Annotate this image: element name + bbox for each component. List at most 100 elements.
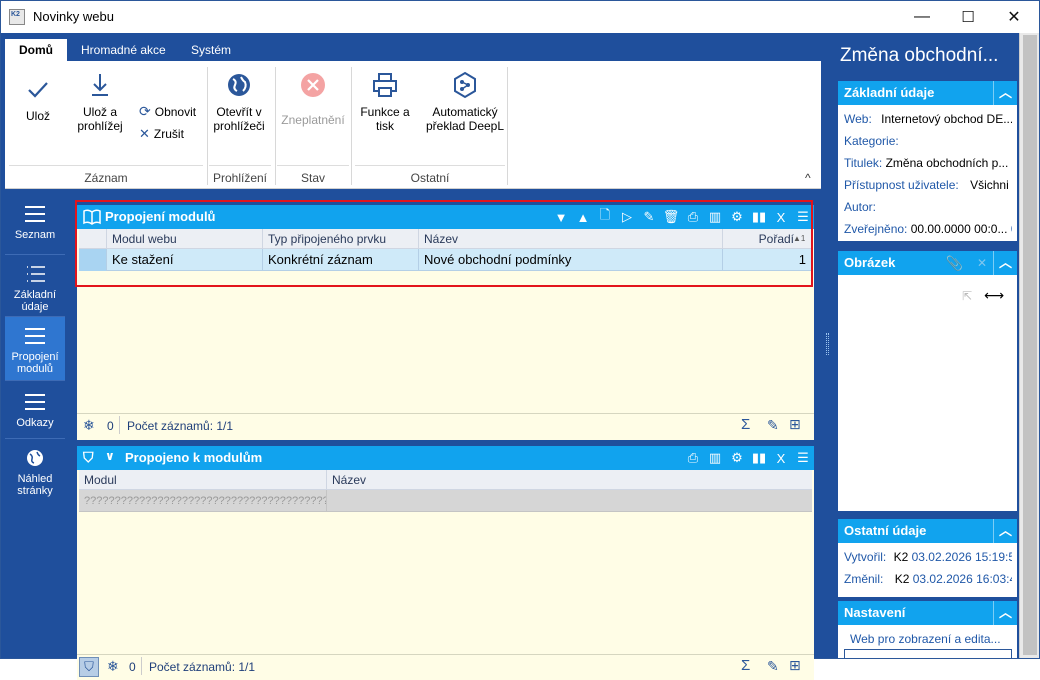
tab-hromadne-akce[interactable]: Hromadné akce (67, 39, 180, 61)
paperclip-icon[interactable]: 📎 (946, 251, 963, 275)
arrow-down-icon (92, 74, 108, 96)
filter-tree-icon[interactable]: ⚙ (728, 449, 746, 467)
detail-title: Změna obchodní... (840, 45, 999, 66)
collapse-ribbon-button[interactable]: ^ (805, 171, 811, 185)
add-grid-icon[interactable]: ⊞ (789, 657, 801, 674)
group-separator (351, 67, 352, 185)
main-pane: Domů Hromadné akce Systém Ulož Ulož a pr… (1, 33, 821, 680)
tab-domu[interactable]: Domů (5, 39, 67, 61)
scrollbar-thumb[interactable] (1023, 35, 1037, 655)
panel-header: ⛉ ∨ Propojeno k modulům ⎙ ▥ ⚙ ▮▮ X ☰ (77, 446, 814, 470)
printer-icon (373, 73, 397, 97)
maximize-button[interactable]: ☐ (945, 1, 991, 33)
chart-icon[interactable]: ▥ (706, 449, 724, 467)
column-header-nazev[interactable]: Název (327, 470, 812, 490)
snowflake-icon[interactable]: ❄ (107, 658, 119, 675)
cancel-button[interactable]: ✕ Zrušit (139, 126, 184, 142)
invalidate-icon (301, 73, 325, 97)
collapse-section-button[interactable]: ︿ (993, 251, 1017, 275)
save-button[interactable]: Ulož (13, 75, 63, 123)
record-count: Počet záznamů: 1/1 (127, 419, 234, 433)
chevron-up-icon: ︿ (998, 523, 1012, 538)
deepl-icon (454, 71, 476, 99)
filter-icon[interactable]: ⛉ (79, 657, 99, 677)
close-icon: ✕ (1007, 9, 1021, 26)
save-and-view-button[interactable]: Ulož a prohlížej (65, 71, 135, 133)
table-row[interactable]: ???????????????????????????????????????? (79, 490, 812, 512)
functions-print-button[interactable]: Funkce a tisk (355, 71, 415, 133)
field-zmenil: Změnil: K2 03.02.2026 16:03:49 (844, 572, 1012, 586)
printer-icon[interactable]: ⎙ (684, 449, 702, 467)
collapse-section-button[interactable]: ︿ (993, 601, 1017, 625)
group-label-zaznam: Záznam (84, 171, 128, 185)
delete-image-icon[interactable]: ✕ (977, 251, 987, 275)
field-titulek: Titulek: Změna obchodních p... (844, 156, 1009, 170)
detail-scrollbar[interactable] (1019, 33, 1039, 658)
nav-item-nahled-stranky[interactable]: Náhled stránky (5, 439, 65, 507)
nav-item-propojeni-modulu[interactable]: Propojení modulů (5, 317, 65, 381)
side-nav: Seznam Základní údaje Propojení modulů O… (5, 193, 65, 658)
section-header: Obrázek 📎 ✕ ︿ (838, 251, 1017, 275)
footer-count: 0 (107, 419, 114, 433)
excel-export-icon[interactable]: X (772, 449, 790, 467)
panel-footer: ❄ 0 Počet záznamů: 1/1 Σ ✎ ⊞ (77, 413, 814, 437)
fit-width-icon[interactable]: ⟷ (984, 287, 1004, 304)
record-count: Počet záznamů: 1/1 (149, 660, 256, 674)
group-label-prohlizeni: Prohlížení (212, 171, 268, 185)
footer-separator (119, 416, 120, 434)
group-label-ostatni: Ostatní (410, 171, 450, 185)
cancel-icon: ✕ (139, 126, 150, 141)
snowflake-icon[interactable]: ❄ (83, 417, 95, 434)
globe-icon (27, 450, 43, 466)
sum-icon[interactable]: Σ (741, 657, 750, 674)
refresh-button[interactable]: ⟳ Obnovit (139, 103, 196, 120)
section-nastaveni: Nastavení ︿ Web pro zobrazení a edita... (838, 601, 1017, 658)
ribbon: Ulož Ulož a prohlížej ⟳ Obnovit ✕ Zrušit… (5, 61, 821, 189)
columns-icon[interactable]: ▮▮ (750, 449, 768, 467)
globe-icon (228, 74, 250, 96)
add-grid-icon[interactable]: ⊞ (789, 416, 801, 433)
menu-icon[interactable]: ☰ (794, 449, 812, 467)
section-obrazek: Obrázek 📎 ✕ ︿ ⇱ ⟷ (838, 251, 1017, 511)
footer-separator (141, 657, 142, 675)
collapse-section-button[interactable]: ︿ (993, 519, 1017, 543)
cell-modul: ???????????????????????????????????????? (79, 490, 327, 512)
edit-icon[interactable]: ✎ (767, 658, 779, 675)
minimize-icon: — (914, 8, 930, 25)
title-bar: K2 Novinky webu — ☐ ✕ (1, 1, 1039, 33)
collapse-section-button[interactable]: ︿ (993, 81, 1017, 105)
maximize-icon: ☐ (961, 9, 975, 26)
cell-nazev (327, 490, 812, 512)
details-list-icon (27, 266, 45, 282)
group-separator (507, 67, 508, 185)
footer-count: 0 (129, 660, 136, 674)
minimize-button[interactable]: — (899, 1, 945, 33)
grid-header: Modul Název (79, 470, 812, 490)
edit-icon[interactable]: ✎ (767, 417, 779, 434)
deepl-translate-button[interactable]: Automatický překlad DeepL (419, 71, 511, 133)
column-header-modul[interactable]: Modul (79, 470, 327, 490)
field-kategorie: Kategorie: (844, 134, 899, 148)
nav-item-zakladni-udaje[interactable]: Základní údaje (5, 255, 65, 317)
filter-icon[interactable]: ⛉ (83, 449, 94, 466)
section-ostatni-udaje: Ostatní údaje ︿ Vytvořil: K2 03.02.2026 … (838, 519, 1017, 597)
external-link-icon[interactable]: ⇱ (962, 289, 972, 303)
group-divider (277, 165, 349, 166)
pane-splitter[interactable] (822, 33, 834, 658)
web-select-field[interactable] (844, 649, 1012, 658)
section-zakladni-udaje: Základní údaje ︿ Web: Internetový obchod… (838, 81, 1017, 241)
invalidate-button[interactable]: Zneplatnění (277, 71, 349, 127)
close-button[interactable]: ✕ (991, 1, 1037, 33)
tab-system[interactable]: Systém (177, 39, 245, 61)
app-icon: K2 (9, 9, 25, 25)
checkmark-icon (28, 82, 48, 98)
chevron-down-icon[interactable]: ∨ (105, 449, 115, 463)
chevron-up-icon: ︿ (998, 255, 1012, 270)
nav-item-seznam[interactable]: Seznam (5, 193, 65, 255)
chevron-up-icon: ︿ (998, 605, 1012, 620)
grid-propojeno-k-modulum: Modul Název ????????????????????????????… (79, 470, 812, 654)
open-in-browser-button[interactable]: Otevřít v prohlížeči (209, 71, 269, 133)
sum-icon[interactable]: Σ (741, 416, 750, 433)
nav-item-odkazy[interactable]: Odkazy (5, 381, 65, 439)
refresh-icon: ⟳ (139, 103, 151, 119)
